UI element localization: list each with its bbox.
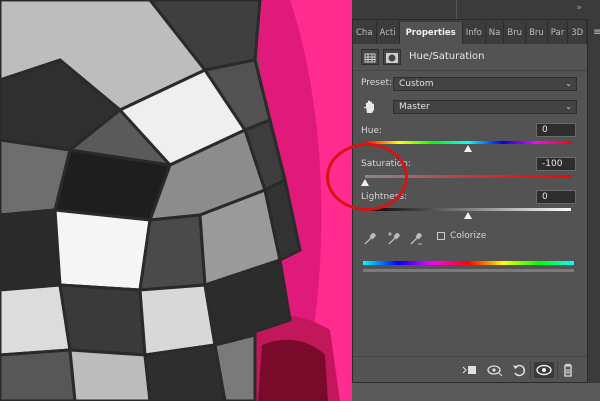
visibility-icon[interactable] (534, 362, 554, 378)
hue-value-input[interactable]: 0 (536, 123, 576, 137)
targeted-adjustment-hand-icon[interactable] (363, 99, 377, 115)
eyedropper-minus-icon[interactable] (409, 231, 423, 245)
footer-divider (557, 361, 558, 379)
hue-track[interactable] (365, 141, 571, 144)
view-previous-state-icon[interactable] (487, 362, 503, 378)
tab-3d[interactable]: 3D (568, 22, 588, 44)
panel-menu-icon[interactable]: ≡ (587, 22, 600, 44)
adjusted-spectrum-bar (363, 269, 574, 272)
tab-actions[interactable]: Acti (377, 22, 400, 44)
tab-info[interactable]: Info (463, 22, 486, 44)
adjustment-title: Hue/Saturation (409, 51, 485, 62)
color-spectrum-bar (363, 261, 574, 265)
lightness-slider-thumb[interactable] (464, 212, 472, 219)
tab-properties[interactable]: Properties (399, 22, 463, 44)
lightness-track[interactable] (365, 208, 571, 211)
chevron-down-icon: ⌄ (565, 79, 572, 88)
tab-paragraph[interactable]: Par (548, 22, 569, 44)
chevron-down-icon: ⌄ (565, 102, 572, 111)
layer-mask-icon[interactable] (383, 49, 401, 65)
tab-character[interactable]: Cha (353, 22, 377, 44)
adjustment-header: Hue/Saturation (353, 44, 587, 71)
colorize-label: Colorize (450, 231, 487, 241)
clip-to-layer-icon[interactable] (461, 362, 477, 378)
panel-tabs: Cha Acti Properties Info Na Bru Bru Par … (353, 20, 600, 44)
panel-footer (353, 356, 587, 383)
hue-slider-thumb[interactable] (464, 145, 472, 152)
hue-label: Hue: (361, 126, 383, 136)
tab-brush-presets[interactable]: Bru (526, 22, 548, 44)
colorize-checkbox[interactable] (437, 232, 445, 240)
highlight-circle (326, 143, 408, 211)
dock-right-edge (588, 19, 600, 383)
tab-brush[interactable]: Bru (504, 22, 527, 44)
saturation-value-input[interactable]: -100 (536, 157, 576, 171)
preset-label: Preset: (361, 78, 393, 88)
collapse-panels-icon[interactable]: » (576, 3, 581, 13)
eyedropper-icon[interactable] (363, 231, 377, 245)
footer-divider (530, 361, 531, 379)
dock-divider (456, 0, 457, 19)
lightness-value-input[interactable]: 0 (536, 190, 576, 204)
preset-value: Custom (399, 79, 434, 89)
channel-value: Master (399, 102, 430, 112)
tab-navigator[interactable]: Na (486, 22, 505, 44)
adjustment-layer-icon[interactable] (361, 49, 379, 65)
channel-dropdown[interactable]: Master ⌄ (393, 100, 577, 114)
eyedropper-plus-icon[interactable] (387, 231, 401, 245)
reset-icon[interactable] (511, 362, 527, 378)
preset-dropdown[interactable]: Custom ⌄ (393, 77, 577, 91)
delete-icon[interactable] (560, 362, 576, 378)
panel-dock-header: » (352, 0, 600, 19)
